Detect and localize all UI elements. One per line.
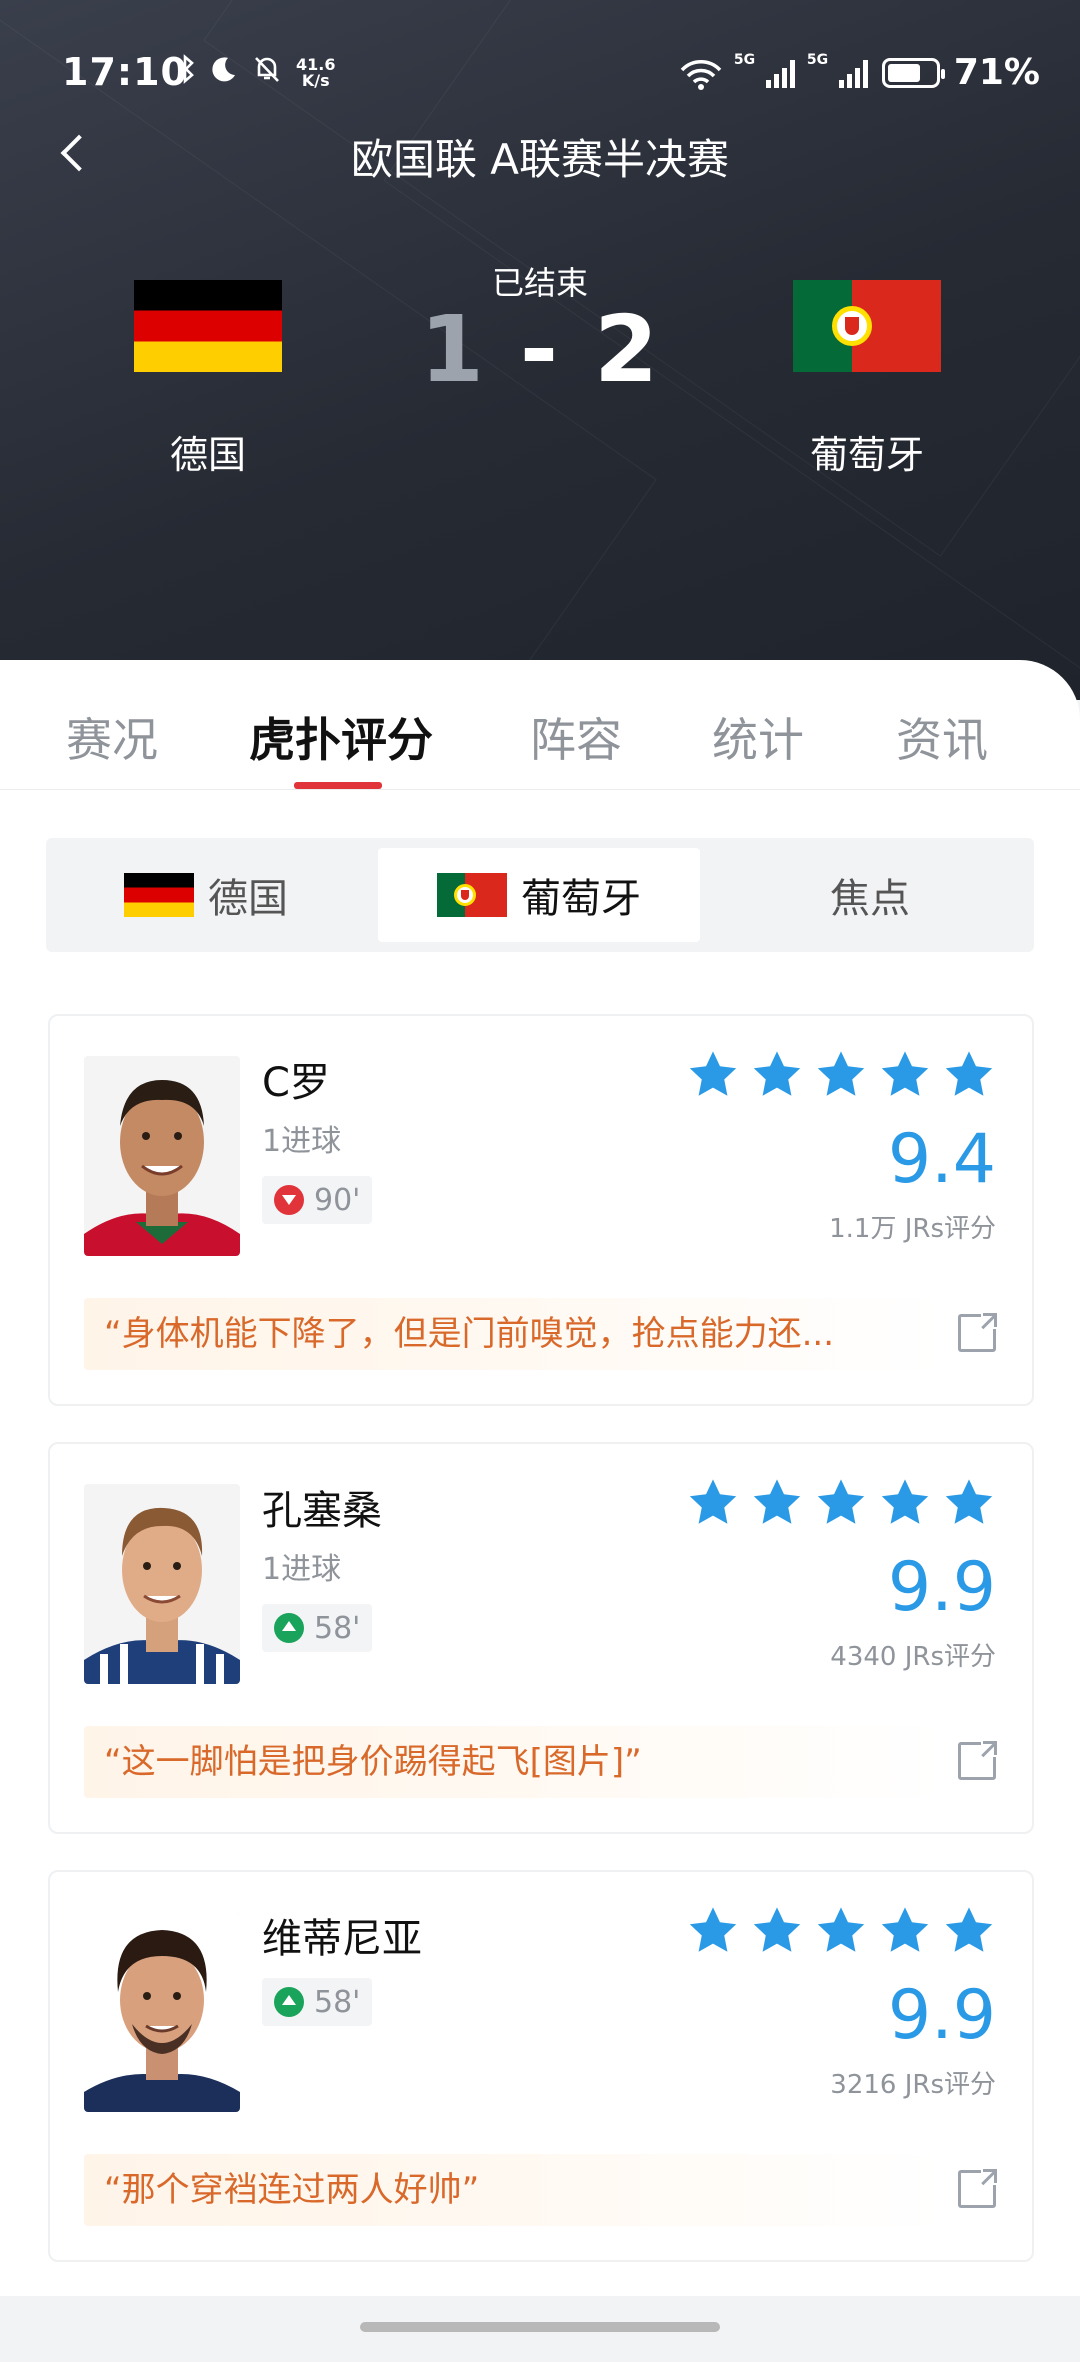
signal-icon-1: 5G — [734, 52, 795, 88]
away-score: 2 — [594, 296, 661, 403]
signal-icon-2: 5G — [807, 52, 868, 88]
star-icon — [945, 1479, 993, 1524]
player-stat-note: 1进球 — [262, 1552, 342, 1587]
star-icon — [945, 1051, 993, 1096]
segment-label: 葡萄牙 — [521, 876, 641, 922]
away-team[interactable]: 葡萄牙 — [787, 280, 947, 479]
player-rating: 9.4 — [887, 1120, 996, 1199]
germany-flag-icon — [124, 873, 194, 917]
tab-stats[interactable]: 统计 — [712, 704, 804, 770]
sub-on-icon — [274, 1987, 304, 2017]
segment-portugal[interactable]: 葡萄牙 — [378, 848, 700, 942]
score-separator: - — [519, 296, 561, 403]
player-card[interactable]: 孔塞桑 1进球 58' 9.9 4340 JRs评分 “这一脚怕是把身价踢得起飞… — [48, 1442, 1034, 1834]
moon-icon — [210, 55, 238, 91]
mute-bell-icon — [252, 54, 282, 92]
star-icon — [881, 1907, 929, 1952]
content-panel: 赛况 虎扑评分 阵容 统计 资讯 德国 葡萄牙 焦点 C罗 1进球 90' 9.… — [0, 660, 1080, 2362]
star-icon — [689, 1907, 737, 1952]
top-comment[interactable]: “这一脚怕是把身价踢得起飞[图片]” — [84, 1726, 944, 1798]
share-icon[interactable] — [958, 1739, 999, 1780]
tab-match[interactable]: 赛况 — [66, 704, 158, 770]
player-rating: 9.9 — [887, 1976, 996, 2055]
status-time: 17:10 — [62, 50, 188, 94]
share-icon[interactable] — [958, 2167, 999, 2208]
player-name: 维蒂尼亚 — [262, 1916, 422, 1962]
portugal-flag-icon — [437, 873, 507, 917]
star-icon — [817, 1479, 865, 1524]
star-icon — [689, 1479, 737, 1524]
rating-count: 3216 JRs评分 — [830, 2070, 996, 2100]
sub-on-badge: 58' — [262, 1978, 373, 2026]
status-bar: 17:10 41.6 K/s 5G 5G 71% — [0, 0, 1080, 140]
tab-active-indicator — [294, 782, 382, 789]
share-icon[interactable] — [958, 1311, 999, 1352]
match-title: 欧国联 A联赛半决赛 — [350, 135, 730, 184]
player-card[interactable]: 维蒂尼亚 58' 9.9 3216 JRs评分 “那个穿裆连过两人好帅” — [48, 1870, 1034, 2262]
star-icon — [753, 1907, 801, 1952]
star-icon — [881, 1051, 929, 1096]
sub-minute: 90' — [314, 1182, 361, 1218]
team-segment-control: 德国 葡萄牙 焦点 — [46, 838, 1034, 952]
home-indicator[interactable] — [360, 2322, 720, 2332]
sub-on-icon — [274, 1613, 304, 1643]
battery-icon — [881, 57, 945, 88]
sub-minute: 58' — [314, 1610, 361, 1646]
tab-lineup[interactable]: 阵容 — [530, 704, 622, 770]
star-rating[interactable] — [686, 1476, 996, 1530]
player-name: C罗 — [262, 1060, 330, 1106]
player-avatar — [84, 1484, 240, 1684]
top-comment[interactable]: “身体机能下降了，但是门前嗅觉，抢点能力还... — [84, 1298, 944, 1370]
player-avatar — [84, 1056, 240, 1256]
player-stat-note: 1进球 — [262, 1124, 342, 1159]
player-card[interactable]: C罗 1进球 90' 9.4 1.1万 JRs评分 “身体机能下降了，但是门前嗅… — [48, 1014, 1034, 1406]
segment-germany[interactable]: 德国 — [46, 848, 366, 942]
star-icon — [689, 1051, 737, 1096]
star-rating[interactable] — [686, 1048, 996, 1102]
segment-focus[interactable]: 焦点 — [710, 848, 1030, 942]
net-speed: 41.6 K/s — [296, 55, 336, 90]
tab-ratings[interactable]: 虎扑评分 — [249, 704, 433, 770]
sub-minute: 58' — [314, 1984, 361, 2020]
player-avatar — [84, 1912, 240, 2112]
away-team-name: 葡萄牙 — [809, 433, 924, 477]
star-rating[interactable] — [686, 1904, 996, 1958]
battery-percent: 71% — [953, 52, 1040, 93]
tab-news[interactable]: 资讯 — [896, 704, 988, 770]
star-icon — [753, 1479, 801, 1524]
player-rating: 9.9 — [887, 1548, 996, 1627]
rating-count: 1.1万 JRs评分 — [829, 1214, 996, 1244]
top-comment[interactable]: “那个穿裆连过两人好帅” — [84, 2154, 944, 2226]
portugal-flag-icon — [793, 280, 941, 372]
sub-off-icon — [274, 1185, 304, 1215]
home-score: 1 — [419, 296, 486, 403]
sub-off-badge: 90' — [262, 1176, 373, 1224]
match-header: 17:10 41.6 K/s 5G 5G 71% 欧国联 A联赛半决赛 德国 已… — [0, 0, 1080, 700]
player-name: 孔塞桑 — [262, 1488, 382, 1534]
segment-label: 德国 — [208, 876, 288, 922]
star-icon — [881, 1479, 929, 1524]
star-icon — [817, 1051, 865, 1096]
home-team-name: 德国 — [169, 433, 246, 477]
star-icon — [753, 1051, 801, 1096]
bluetooth-icon — [176, 54, 196, 92]
star-icon — [817, 1907, 865, 1952]
tab-bar: 赛况 虎扑评分 阵容 统计 资讯 — [0, 660, 1080, 790]
rating-count: 4340 JRs评分 — [830, 1642, 996, 1672]
sub-on-badge: 58' — [262, 1604, 373, 1652]
star-icon — [945, 1907, 993, 1952]
wifi-icon — [678, 58, 722, 90]
segment-label: 焦点 — [830, 876, 910, 922]
